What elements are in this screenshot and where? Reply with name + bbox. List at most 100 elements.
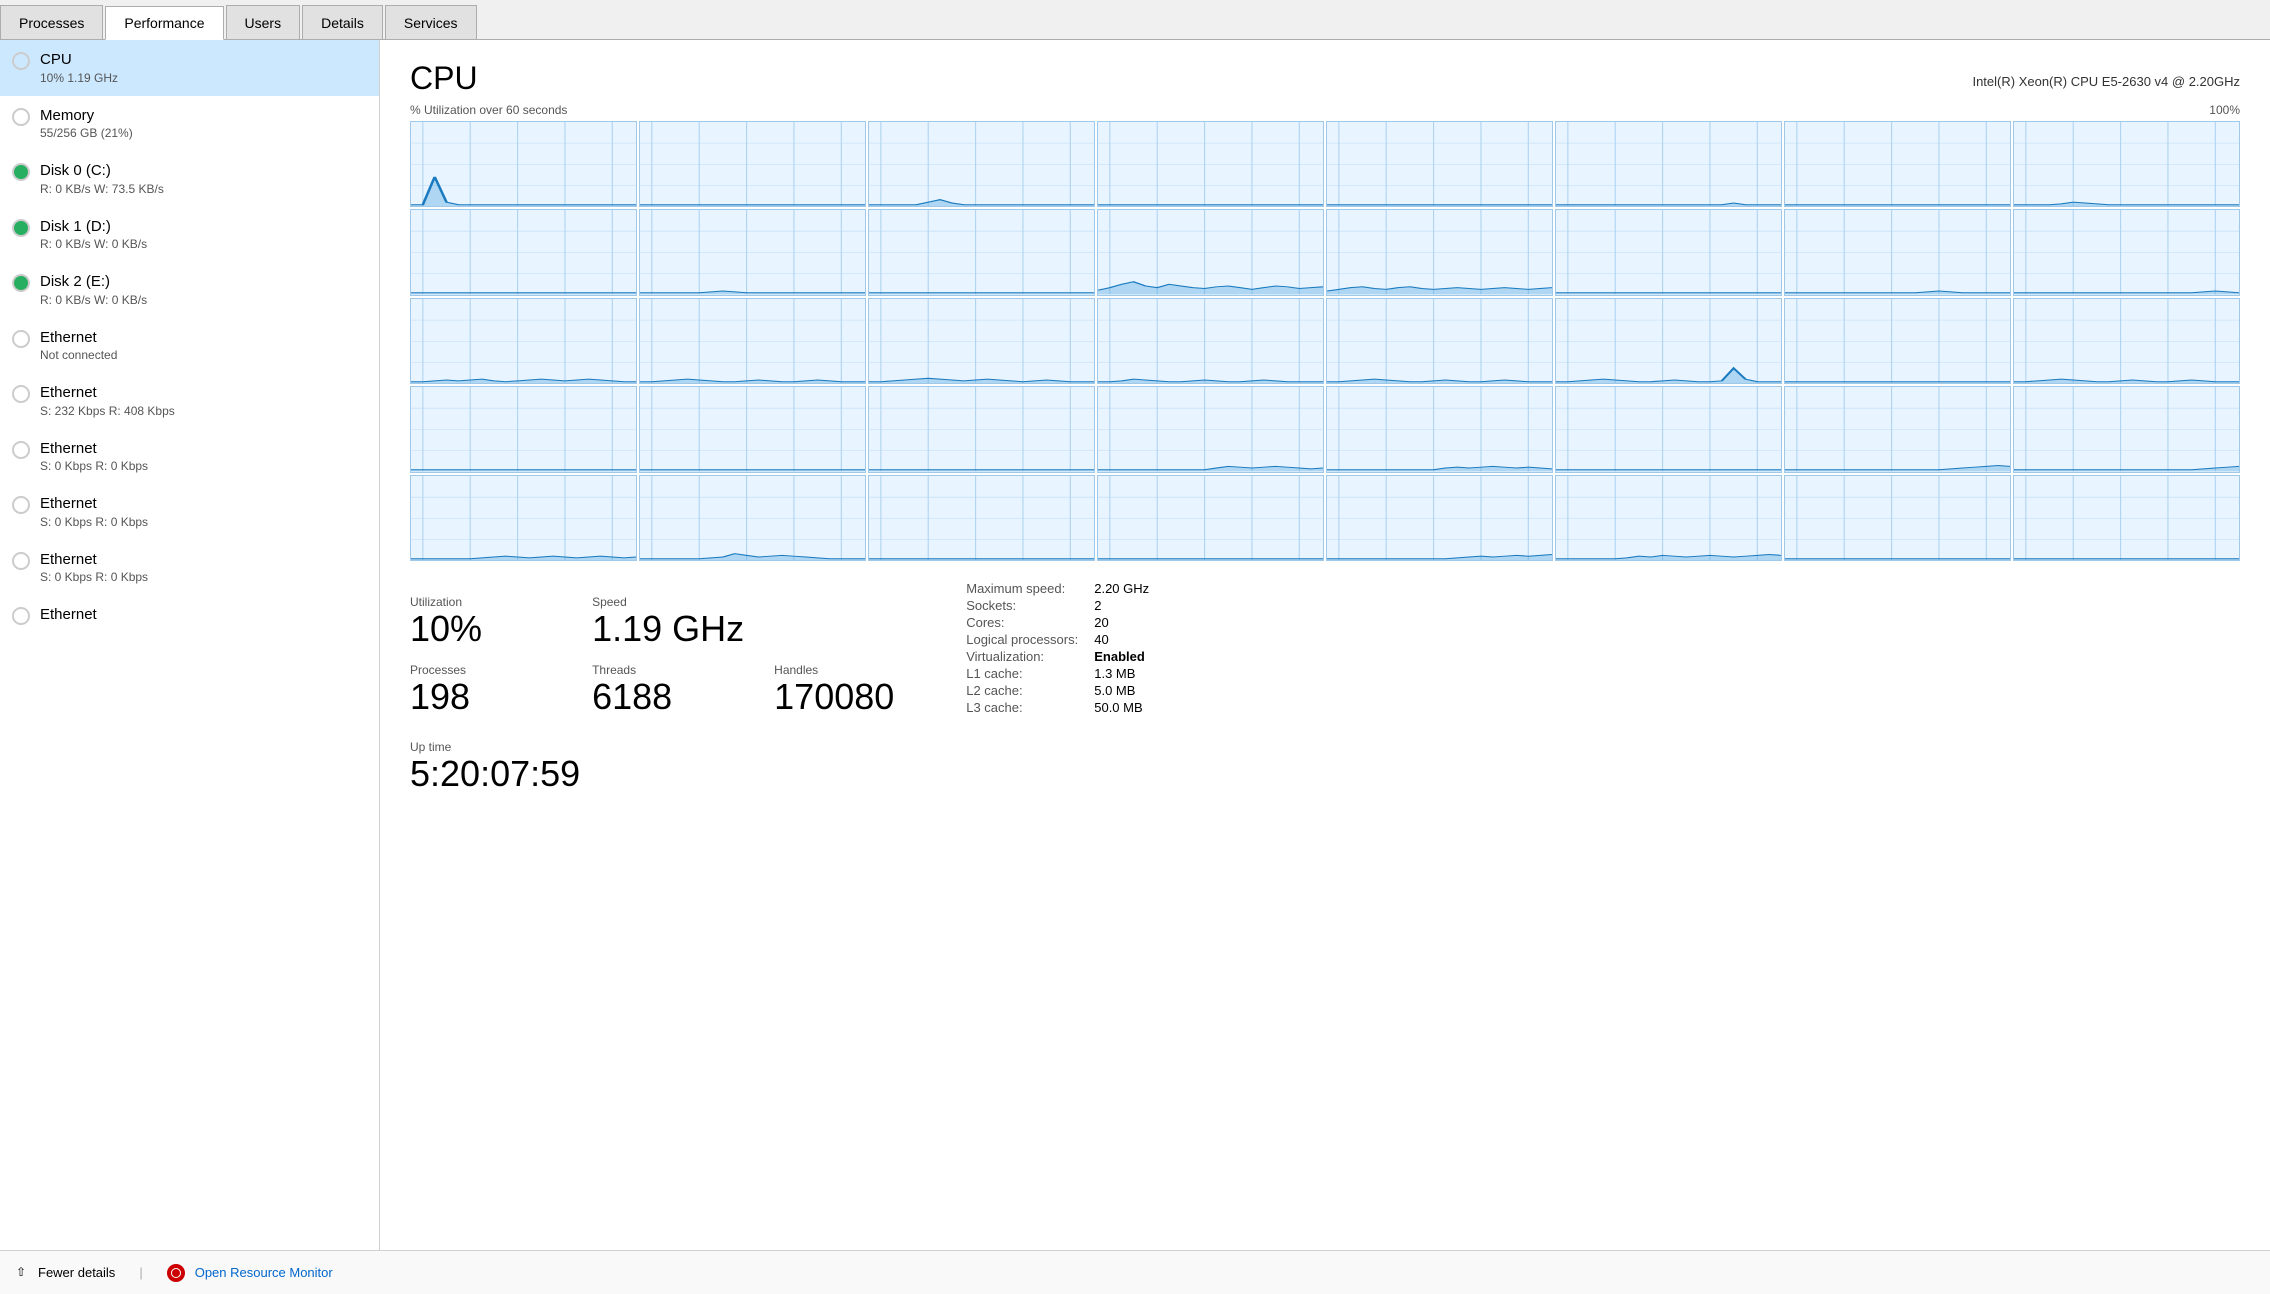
- ethernet3-sub: S: 0 Kbps R: 0 Kbps: [40, 515, 363, 529]
- tab-performance[interactable]: Performance: [105, 6, 223, 40]
- ethernet3-label: Ethernet: [40, 494, 363, 514]
- open-resource-monitor-button[interactable]: Open Resource Monitor: [167, 1264, 333, 1282]
- spec-val-7: 50.0 MB: [1094, 700, 1149, 715]
- cpu-chart-29: [1555, 386, 1782, 472]
- chart-label-row: % Utilization over 60 seconds 100%: [410, 103, 2240, 117]
- cpu-chart-17: [639, 298, 866, 384]
- tab-details[interactable]: Details: [302, 5, 383, 39]
- bottom-bar: ⇧ Fewer details | Open Resource Monitor: [0, 1250, 2270, 1294]
- cpu-chart-37: [1555, 475, 1782, 561]
- sidebar-item-ethernet2[interactable]: Ethernet S: 0 Kbps R: 0 Kbps: [0, 429, 379, 485]
- disk0-label: Disk 0 (C:): [40, 161, 363, 181]
- sidebar-item-disk0[interactable]: Disk 0 (C:) R: 0 KB/s W: 73.5 KB/s: [0, 151, 379, 207]
- handles-label: Handles: [774, 663, 926, 677]
- disk0-sub: R: 0 KB/s W: 73.5 KB/s: [40, 182, 363, 196]
- ethernet1-circle-icon: [12, 385, 30, 403]
- ethernet1-sub: S: 232 Kbps R: 408 Kbps: [40, 404, 363, 418]
- cpu-chart-33: [639, 475, 866, 561]
- ethernet3-circle-icon: [12, 496, 30, 514]
- tab-services[interactable]: Services: [385, 5, 477, 39]
- cpu-chart-27: [1097, 386, 1324, 472]
- cpu-chart-23: [2013, 298, 2240, 384]
- cpu-chart-21: [1555, 298, 1782, 384]
- utilization-value: 10%: [410, 609, 562, 649]
- spec-val-1: 2: [1094, 598, 1149, 613]
- tab-bar: Processes Performance Users Details Serv…: [0, 0, 2270, 40]
- sidebar-item-memory[interactable]: Memory 55/256 GB (21%): [0, 96, 379, 152]
- sidebar: CPU 10% 1.19 GHz Memory 55/256 GB (21%) …: [0, 40, 380, 1250]
- spec-val-4: Enabled: [1094, 649, 1149, 664]
- utilization-label: Utilization: [410, 595, 562, 609]
- cpu-chart-28: [1326, 386, 1553, 472]
- threads-value: 6188: [592, 677, 744, 717]
- memory-sub: 55/256 GB (21%): [40, 126, 363, 140]
- sidebar-item-cpu[interactable]: CPU 10% 1.19 GHz: [0, 40, 379, 96]
- spec-key-2: Cores:: [966, 615, 1078, 630]
- cpu-chart-11: [1097, 209, 1324, 295]
- handles-block: Handles 170080: [774, 649, 926, 717]
- spec-key-7: L3 cache:: [966, 700, 1078, 715]
- spec-key-1: Sockets:: [966, 598, 1078, 613]
- ethernet5-label: Ethernet: [40, 605, 363, 625]
- spec-key-0: Maximum speed:: [966, 581, 1078, 596]
- main-container: CPU 10% 1.19 GHz Memory 55/256 GB (21%) …: [0, 40, 2270, 1250]
- handles-value: 170080: [774, 677, 926, 717]
- processes-label: Processes: [410, 663, 562, 677]
- sidebar-item-ethernet5[interactable]: Ethernet: [0, 595, 379, 637]
- fewer-details-button[interactable]: ⇧ Fewer details: [16, 1265, 115, 1281]
- disk1-circle-icon: [12, 219, 30, 237]
- uptime-block: Up time 5:20:07:59: [410, 726, 926, 794]
- resource-monitor-label: Open Resource Monitor: [195, 1265, 333, 1280]
- cpu-chart-15: [2013, 209, 2240, 295]
- cpu-chart-14: [1784, 209, 2011, 295]
- cpu-chart-35: [1097, 475, 1324, 561]
- cpu-header: CPU Intel(R) Xeon(R) CPU E5-2630 v4 @ 2.…: [410, 60, 2240, 97]
- ethernet-nc-sub: Not connected: [40, 348, 363, 362]
- cpu-chart-2: [868, 121, 1095, 207]
- sidebar-item-ethernet1[interactable]: Ethernet S: 232 Kbps R: 408 Kbps: [0, 373, 379, 429]
- tab-users[interactable]: Users: [226, 5, 301, 39]
- cpu-chart-0: [410, 121, 637, 207]
- cpu-chart-5: [1555, 121, 1782, 207]
- spec-key-3: Logical processors:: [966, 632, 1078, 647]
- cpu-grid: [410, 121, 2240, 561]
- cpu-title: CPU: [410, 60, 478, 97]
- cpu-chart-24: [410, 386, 637, 472]
- stats-right: Maximum speed:2.20 GHzSockets:2Cores:20L…: [966, 581, 1149, 794]
- cpu-chart-1: [639, 121, 866, 207]
- cpu-label: CPU: [40, 50, 363, 70]
- spec-key-6: L2 cache:: [966, 683, 1078, 698]
- disk1-sub: R: 0 KB/s W: 0 KB/s: [40, 237, 363, 251]
- sidebar-item-ethernet4[interactable]: Ethernet S: 0 Kbps R: 0 Kbps: [0, 540, 379, 596]
- cpu-model: Intel(R) Xeon(R) CPU E5-2630 v4 @ 2.20GH…: [1972, 60, 2240, 89]
- stats-left: Utilization 10% Speed 1.19 GHz Processes…: [410, 581, 926, 794]
- sidebar-item-disk2[interactable]: Disk 2 (E:) R: 0 KB/s W: 0 KB/s: [0, 262, 379, 318]
- ethernet4-sub: S: 0 Kbps R: 0 Kbps: [40, 570, 363, 584]
- ethernet4-circle-icon: [12, 552, 30, 570]
- memory-label: Memory: [40, 106, 363, 126]
- cpu-chart-38: [1784, 475, 2011, 561]
- cpu-chart-25: [639, 386, 866, 472]
- cpu-chart-6: [1784, 121, 2011, 207]
- spec-key-5: L1 cache:: [966, 666, 1078, 681]
- content-area: CPU Intel(R) Xeon(R) CPU E5-2630 v4 @ 2.…: [380, 40, 2270, 1250]
- sidebar-item-ethernet-nc[interactable]: Ethernet Not connected: [0, 318, 379, 374]
- sidebar-item-disk1[interactable]: Disk 1 (D:) R: 0 KB/s W: 0 KB/s: [0, 207, 379, 263]
- cpu-sub: 10% 1.19 GHz: [40, 71, 363, 85]
- ethernet2-sub: S: 0 Kbps R: 0 Kbps: [40, 459, 363, 473]
- spec-key-4: Virtualization:: [966, 649, 1078, 664]
- utilization-block: Utilization 10%: [410, 581, 562, 649]
- sidebar-item-ethernet3[interactable]: Ethernet S: 0 Kbps R: 0 Kbps: [0, 484, 379, 540]
- cpu-chart-39: [2013, 475, 2240, 561]
- chart-label: % Utilization over 60 seconds: [410, 103, 567, 117]
- tab-processes[interactable]: Processes: [0, 5, 103, 39]
- cpu-chart-30: [1784, 386, 2011, 472]
- cpu-chart-20: [1326, 298, 1553, 384]
- disk1-label: Disk 1 (D:): [40, 217, 363, 237]
- cpu-circle-icon: [12, 52, 30, 70]
- cpu-chart-8: [410, 209, 637, 295]
- uptime-label: Up time: [410, 740, 926, 754]
- cpu-chart-12: [1326, 209, 1553, 295]
- speed-label: Speed: [592, 595, 744, 609]
- sidebar-scroll[interactable]: CPU 10% 1.19 GHz Memory 55/256 GB (21%) …: [0, 40, 379, 1250]
